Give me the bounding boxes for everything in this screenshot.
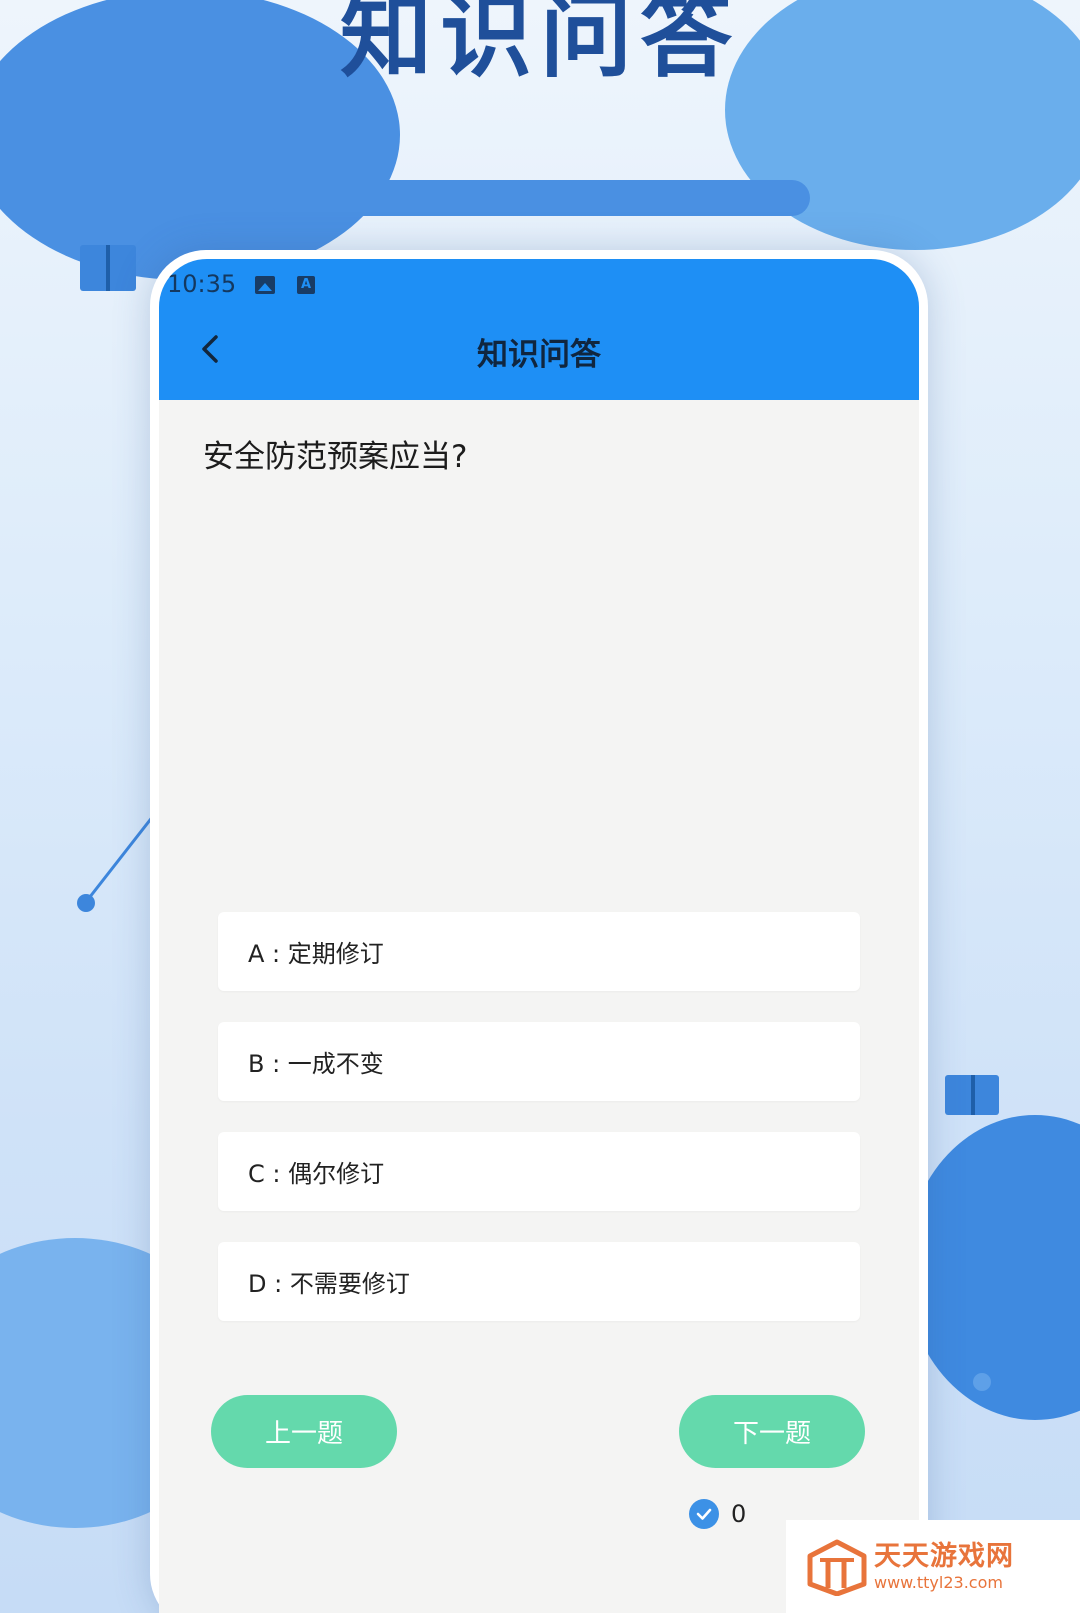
score-indicator: 0: [689, 1497, 746, 1531]
status-bar: 10:35 A: [159, 259, 919, 309]
watermark-text: 天天游戏网 www.ttyl23.com: [874, 1541, 1014, 1593]
hero-title: 知识问答: [339, 0, 740, 90]
decor-dot: [77, 894, 95, 912]
watermark: 天天游戏网 www.ttyl23.com: [786, 1520, 1080, 1613]
question-text: 安全防范预案应当?: [203, 439, 468, 475]
phone-frame: 10:35 A 知识问答 安全防范预案应当? A : 定期修订 B : 一成不变…: [150, 250, 928, 1613]
page-title: 知识问答: [477, 337, 601, 373]
decor-bar: [270, 180, 810, 216]
decor-peg-line: [106, 245, 110, 291]
next-question-button[interactable]: 下一题: [679, 1395, 865, 1468]
decor-dot: [973, 1373, 991, 1391]
prev-question-button[interactable]: 上一题: [211, 1395, 397, 1468]
app-screen: 10:35 A 知识问答 安全防范预案应当? A : 定期修订 B : 一成不变…: [159, 259, 919, 1613]
decor-circle: [905, 1115, 1080, 1420]
watermark-url: www.ttyl23.com: [874, 1572, 1003, 1592]
options-list: A : 定期修订 B : 一成不变 C : 偶尔修订 D : 不需要修订: [218, 912, 860, 1352]
background: 知识问答 10:35 A 知识问答 安全防范预案应当? A : 定期修订 B:…: [0, 0, 1080, 1613]
house-logo-icon: [807, 1539, 867, 1596]
option-d[interactable]: D : 不需要修订: [218, 1242, 860, 1321]
score-value: 0: [731, 1500, 747, 1528]
option-a[interactable]: A : 定期修订: [218, 912, 860, 991]
option-b[interactable]: B : 一成不变: [218, 1022, 860, 1101]
image-icon: [255, 276, 275, 294]
decor-peg-line: [971, 1075, 975, 1115]
decor-line: [82, 816, 153, 906]
app-header: 10:35 A 知识问答: [159, 259, 919, 400]
a-icon: A: [297, 276, 315, 294]
watermark-name: 天天游戏网: [874, 1540, 1014, 1572]
check-icon: [689, 1499, 719, 1529]
status-time: 10:35: [167, 270, 237, 298]
option-c[interactable]: C : 偶尔修订: [218, 1132, 860, 1211]
